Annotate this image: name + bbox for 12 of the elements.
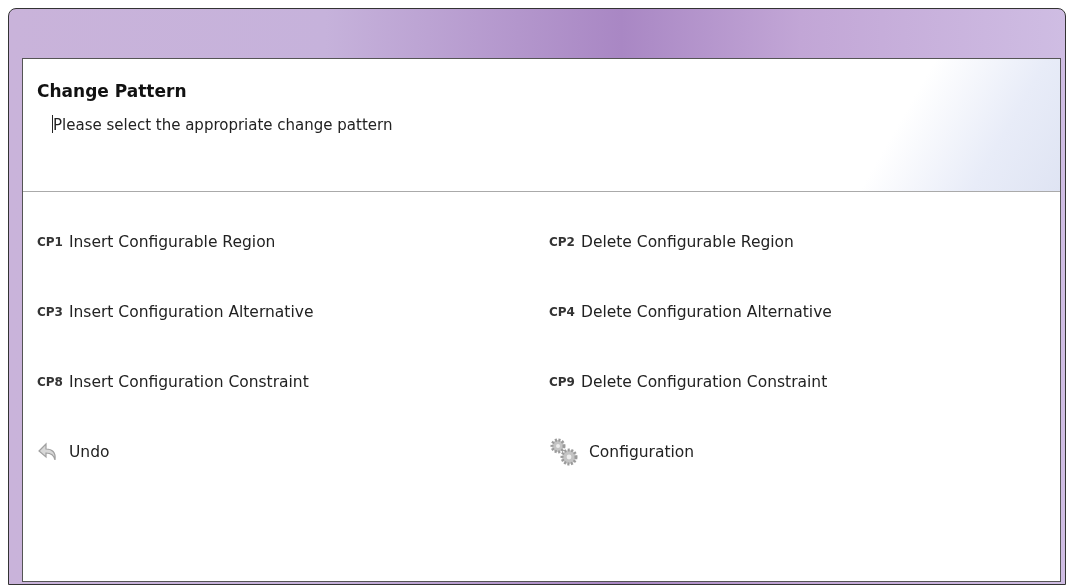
action-link[interactable]: Undo [37,440,549,464]
action-link[interactable]: CP8 Insert Configuration Constraint [37,370,549,394]
action-link[interactable]: CP9 Delete Configuration Constraint [549,370,1046,394]
action-link[interactable]: Configuration [549,440,1046,464]
action-link[interactable]: CP4 Delete Configuration Alternative [549,300,1046,324]
undo-icon [37,441,59,463]
action-link[interactable]: CP1 Insert Configurable Region [37,230,549,254]
dialog-description: Please select the appropriate change pattern [52,115,394,134]
dialog-title: Change Pattern [37,81,188,101]
action-link[interactable]: CP2 Delete Configurable Region [549,230,1046,254]
gears-icon [549,437,579,467]
action-link[interactable]: CP3 Insert Configuration Alternative [37,300,549,324]
